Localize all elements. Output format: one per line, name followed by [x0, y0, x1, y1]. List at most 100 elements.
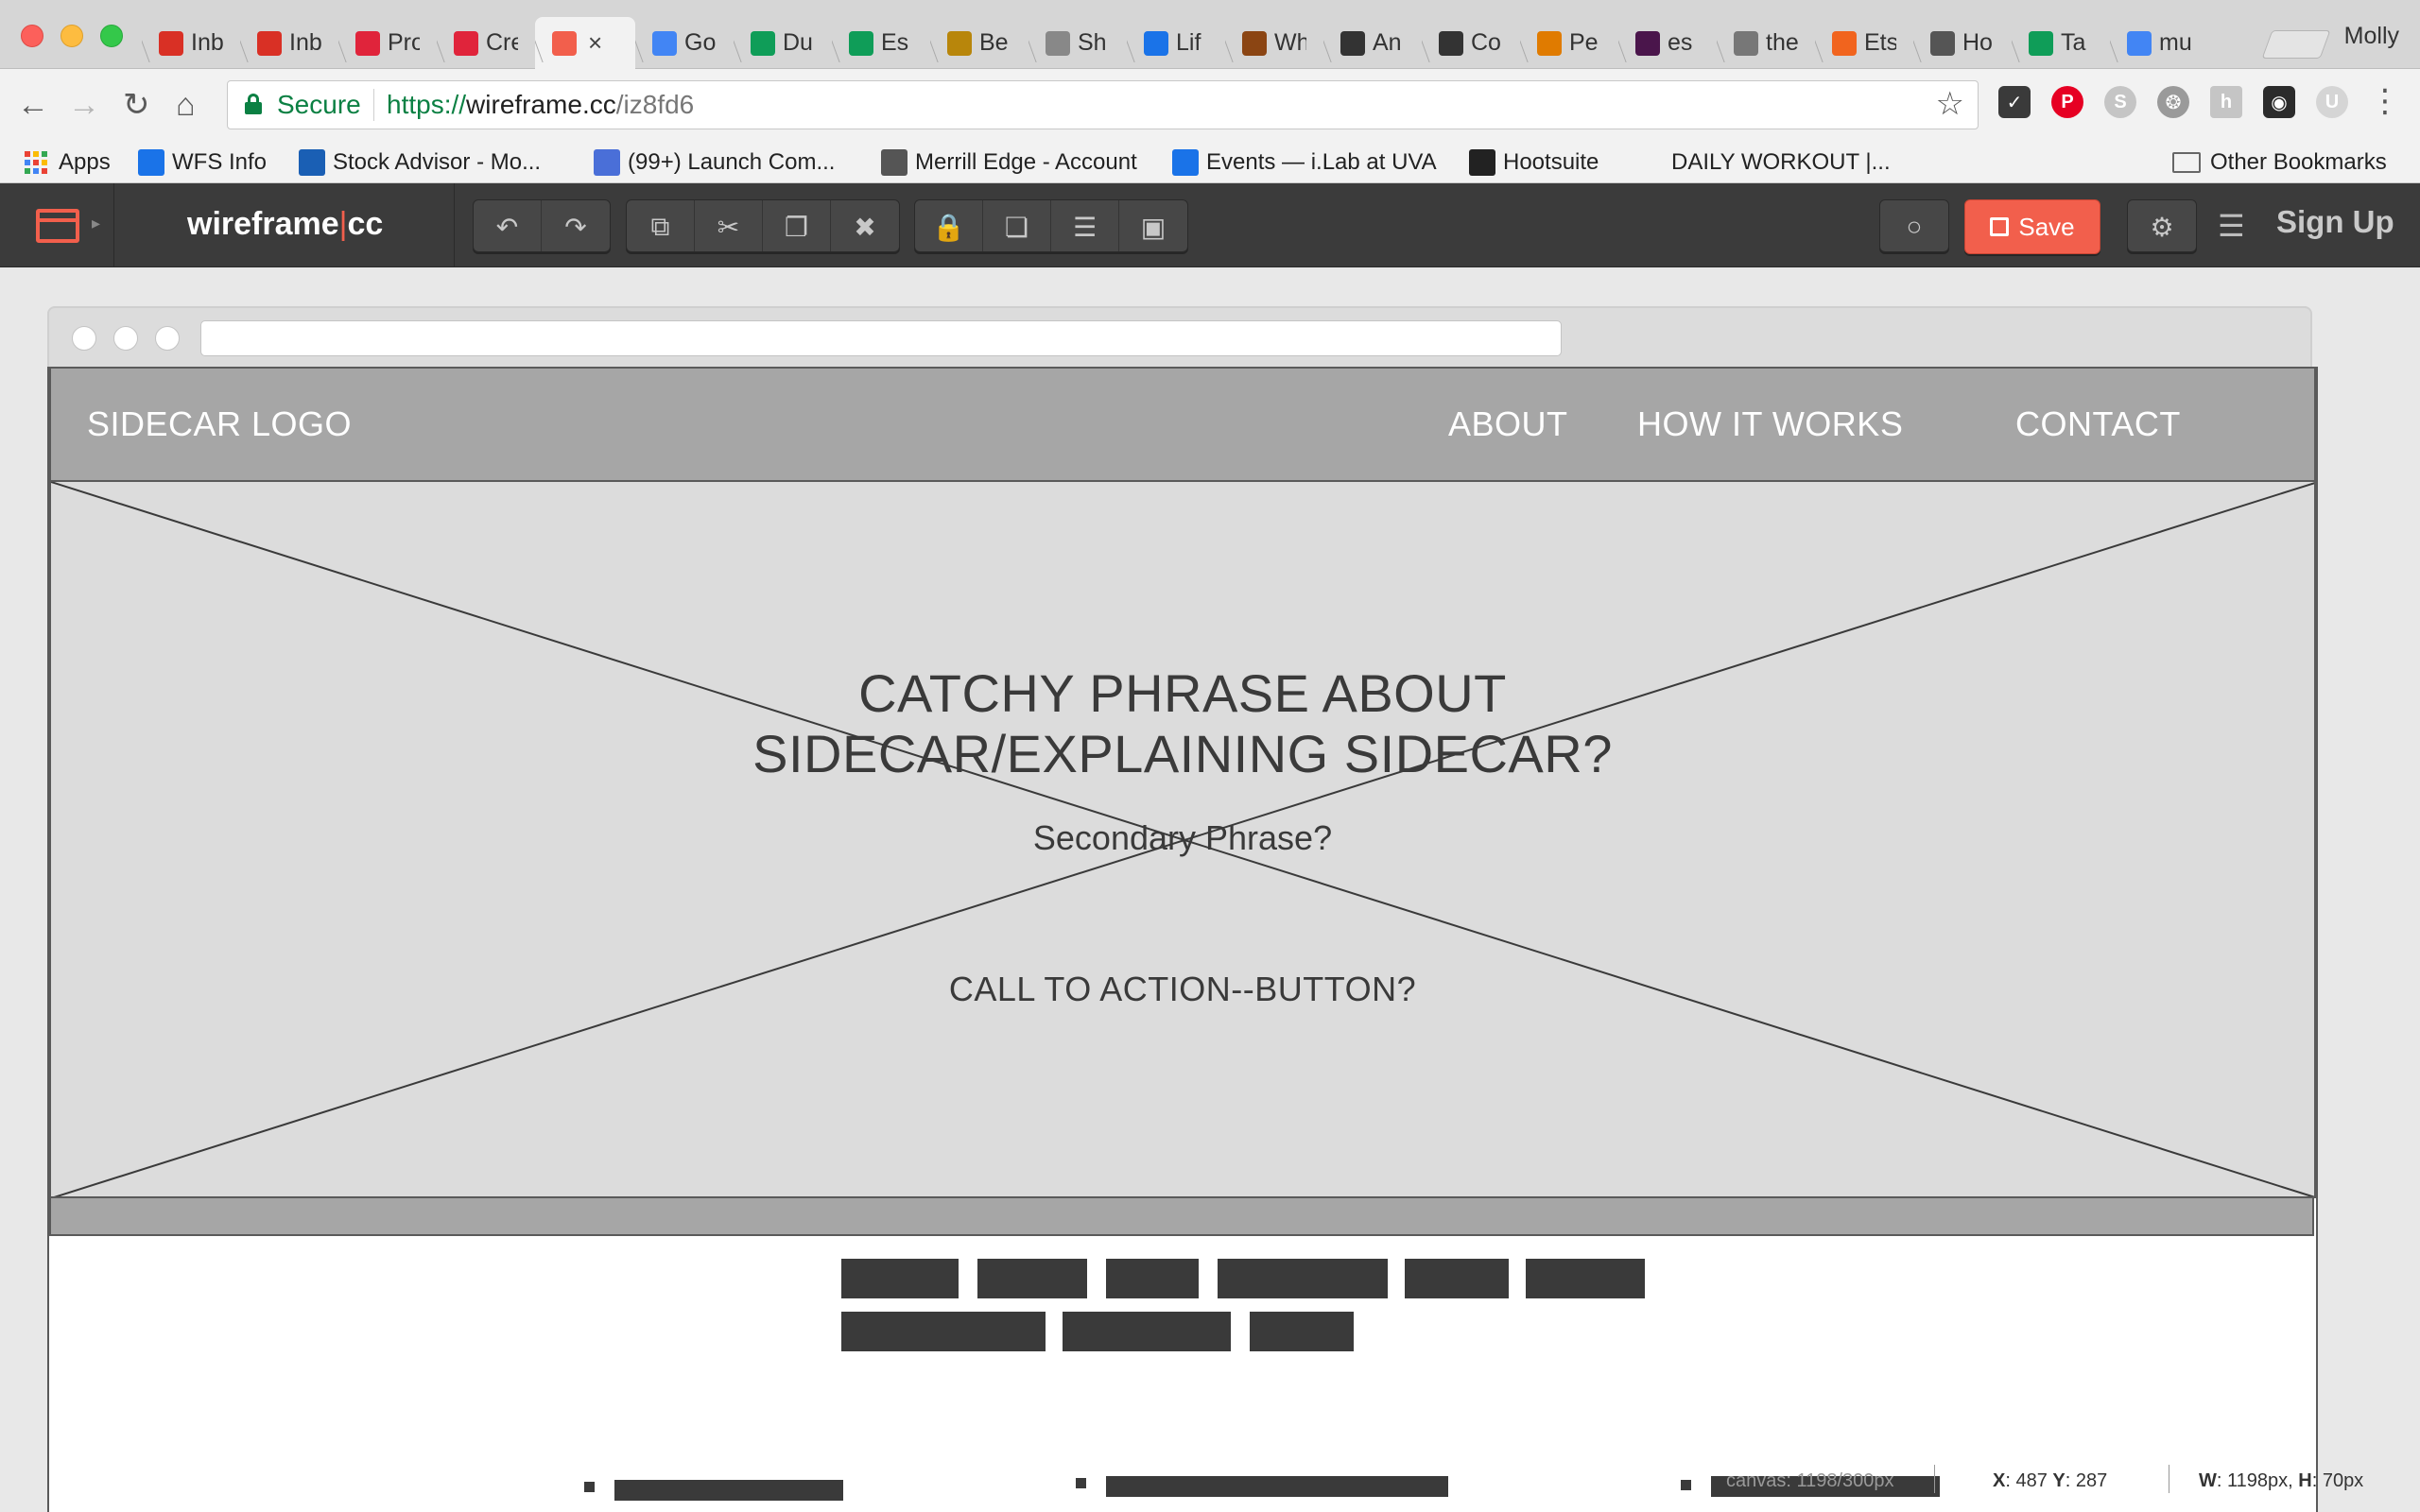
text-placeholder-block[interactable] [1250, 1312, 1354, 1351]
bookmark-item[interactable]: (99+) Launch Com... [594, 142, 835, 183]
text-placeholder-block[interactable] [841, 1259, 959, 1298]
pinterest-icon[interactable]: P [2051, 86, 2083, 118]
text-placeholder-block[interactable] [1063, 1312, 1231, 1351]
align-icon[interactable]: ☰ [1051, 200, 1119, 251]
bookmark-item[interactable]: Apps [23, 142, 111, 183]
gears-icon[interactable]: ⚙ [2128, 200, 2196, 251]
browser-tab[interactable]: Lif [1127, 17, 1225, 69]
wireframe-canvas[interactable]: SIDECAR LOGO ABOUT HOW IT WORKS CONTACT … [0, 268, 2420, 1512]
browser-tab[interactable]: Wh [1225, 17, 1323, 69]
minimize-window-button[interactable] [60, 25, 83, 47]
paste-icon[interactable]: ❐ [763, 200, 831, 251]
address-bar[interactable]: Secure https://wireframe.cc/iz8fd6 ☆ [227, 80, 1979, 129]
bookmark-item[interactable]: Hootsuite [1469, 142, 1599, 183]
browser-tab[interactable]: Inb [142, 17, 240, 69]
nav-how-it-works[interactable]: HOW IT WORKS [1637, 404, 1903, 444]
save-button[interactable]: Save [1964, 199, 2100, 254]
tab-active[interactable]: × [535, 17, 635, 69]
back-arrow-icon[interactable]: ← [17, 86, 49, 124]
cm-icon [1439, 30, 1463, 56]
undo-icon[interactable]: ↶ [474, 200, 542, 251]
bookmark-item[interactable]: Merrill Edge - Account [881, 142, 1137, 183]
text-placeholder-block[interactable] [1526, 1259, 1645, 1298]
skype-icon[interactable]: S [2104, 86, 2136, 118]
browser-tab[interactable]: the [1717, 17, 1815, 69]
browser-tab[interactable]: Go [635, 17, 734, 69]
browser-tab[interactable]: es [1618, 17, 1717, 69]
x-value: : 487 [2005, 1469, 2053, 1491]
brand-right: cc [347, 206, 384, 242]
browser-menu-icon[interactable]: ⋮ [2369, 82, 2401, 120]
nav-contact[interactable]: CONTACT [2015, 404, 2181, 444]
browser-tab[interactable]: Sh [1028, 17, 1127, 69]
close-tab-icon[interactable]: × [588, 28, 602, 58]
hero-subtitle[interactable]: Secondary Phrase? [51, 818, 2314, 858]
url-text[interactable]: https://wireframe.cc/iz8fd6 [387, 90, 694, 120]
browser-tab[interactable]: Pe [1520, 17, 1618, 69]
sign-up-link[interactable]: Sign Up [2276, 204, 2394, 240]
bookmark-item[interactable]: Stock Advisor - Mo... [299, 142, 541, 183]
browser-tab[interactable]: mu [2110, 17, 2208, 69]
browser-tab[interactable]: Cre [437, 17, 535, 69]
browser-tab[interactable]: Be [930, 17, 1028, 69]
browser-tab[interactable]: Du [734, 17, 832, 69]
hamburger-menu-icon[interactable]: ☰ [2218, 208, 2245, 244]
browser-tab[interactable]: Ta [2012, 17, 2110, 69]
ga-icon [355, 30, 380, 56]
pocket-icon[interactable]: ✓ [1998, 86, 2031, 118]
scissors-icon[interactable]: ✂ [695, 200, 763, 251]
motley-fool-icon [299, 149, 325, 176]
new-tab-button[interactable] [2261, 30, 2331, 59]
site-logo-text[interactable]: SIDECAR LOGO [87, 404, 352, 444]
nav-about[interactable]: ABOUT [1448, 404, 1568, 444]
comment-bubble-icon[interactable]: ○ [1880, 200, 1948, 251]
cursor-position: X: 487 Y: 287 [1993, 1470, 2107, 1492]
browser-tab[interactable]: Es [832, 17, 930, 69]
bookmark-item[interactable]: Events — i.Lab at UVA [1172, 142, 1437, 183]
browser-window-icon[interactable] [36, 209, 79, 243]
maximize-window-button[interactable] [100, 25, 123, 47]
delete-icon[interactable]: ✖ [831, 200, 899, 251]
list-item-placeholder[interactable] [1106, 1476, 1448, 1497]
bookmark-star-icon[interactable]: ☆ [1936, 85, 1964, 123]
caret-right-icon[interactable]: ▸ [92, 214, 100, 233]
settings-wheel-icon[interactable]: ❂ [2157, 86, 2189, 118]
browser-tab[interactable]: Ho [1913, 17, 2012, 69]
forward-arrow-icon[interactable]: → [68, 86, 100, 124]
bookmark-item[interactable]: WFS Info [138, 142, 267, 183]
section-divider-strip[interactable] [49, 1198, 2314, 1236]
w-value: : 1198px, [2216, 1469, 2299, 1491]
x-label: X [1993, 1469, 2006, 1491]
text-placeholder-block[interactable] [1106, 1259, 1199, 1298]
bring-to-front-icon[interactable]: ❏ [983, 200, 1051, 251]
h-extension-icon[interactable]: h [2210, 86, 2242, 118]
copy-icon[interactable]: ⧉ [627, 200, 695, 251]
bookmark-item[interactable]: Other Bookmarks [2172, 142, 2387, 183]
redo-icon[interactable]: ↷ [542, 200, 610, 251]
browser-tab[interactable]: Co [1422, 17, 1520, 69]
text-placeholder-block[interactable] [1405, 1259, 1509, 1298]
close-window-button[interactable] [21, 25, 43, 47]
hero-headline[interactable]: CATCHY PHRASE ABOUT SIDECAR/EXPLAINING S… [51, 663, 2314, 784]
profile-name[interactable]: Molly [2344, 23, 2399, 50]
bookmark-item[interactable]: DAILY WORKOUT |... [1671, 142, 1891, 183]
mock-url-bar [200, 320, 1562, 356]
text-placeholder-block[interactable] [1218, 1259, 1388, 1298]
browser-tab[interactable]: Pro [338, 17, 437, 69]
group-select-icon[interactable]: ▣ [1119, 200, 1187, 251]
hero-call-to-action[interactable]: CALL TO ACTION--BUTTON? [51, 970, 2314, 1009]
mock-site-navbar[interactable]: SIDECAR LOGO ABOUT HOW IT WORKS CONTACT [49, 367, 2316, 482]
browser-tab[interactable]: Ets [1815, 17, 1913, 69]
reload-icon[interactable]: ↻ [123, 86, 150, 124]
u-extension-icon[interactable]: U [2316, 86, 2348, 118]
browser-tab[interactable]: An [1323, 17, 1422, 69]
hootsuite-owl-icon[interactable]: ◉ [2263, 86, 2295, 118]
address-divider [373, 89, 374, 121]
hero-image-placeholder[interactable]: CATCHY PHRASE ABOUT SIDECAR/EXPLAINING S… [49, 482, 2316, 1198]
home-icon[interactable]: ⌂ [176, 86, 196, 124]
lock-element-icon[interactable]: 🔒 [915, 200, 983, 251]
text-placeholder-block[interactable] [841, 1312, 1046, 1351]
browser-tab[interactable]: Inb [240, 17, 338, 69]
text-placeholder-block[interactable] [977, 1259, 1087, 1298]
list-item-placeholder[interactable] [614, 1480, 843, 1501]
